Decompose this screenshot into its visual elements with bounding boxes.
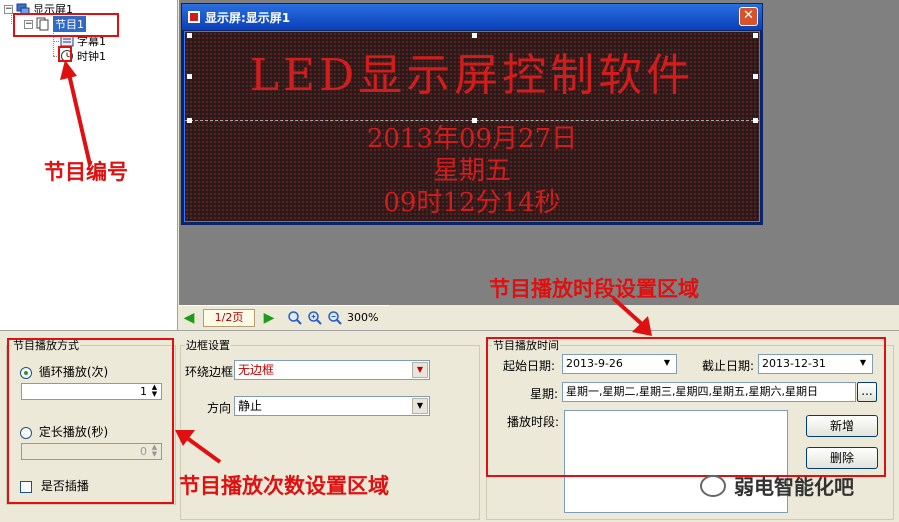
dropdown-arrow-icon[interactable]: ▼ <box>412 362 428 378</box>
direction-label: 方向 <box>207 401 232 415</box>
led-time-text: 09时12分14秒 <box>383 188 561 218</box>
program-number-annotation: 节目编号 <box>44 160 128 184</box>
preview-title: 显示屏:显示屏1 <box>205 10 291 25</box>
prev-page-button[interactable]: ◀ <box>179 308 199 328</box>
zoom-out-icon <box>328 310 342 325</box>
arrow-up-icon <box>60 60 92 166</box>
resize-handle[interactable] <box>187 33 192 38</box>
zoom-fit-button[interactable] <box>285 308 305 328</box>
resize-handle[interactable] <box>753 33 758 38</box>
led-date-text: 2013年09月27日 <box>366 124 578 154</box>
canvas-toolbar: ◀ 1/2页 ▶ 300% <box>179 305 389 329</box>
schedule-highlight <box>486 337 886 477</box>
preview-titlebar[interactable]: 显示屏:显示屏1 ✕ <box>182 4 762 30</box>
count-region-annotation: 节目播放次数设置区域 <box>179 474 389 498</box>
time-region-annotation: 节目播放时段设置区域 <box>489 277 699 301</box>
play-count-highlight <box>7 338 174 504</box>
surround-border-value: 无边框 <box>238 363 275 377</box>
resize-handle[interactable] <box>472 118 477 123</box>
app-icon <box>188 11 200 23</box>
chat-bubble-icon <box>700 474 726 497</box>
resize-handle[interactable] <box>753 74 758 79</box>
dropdown-arrow-icon[interactable]: ▼ <box>412 398 428 414</box>
preview-window[interactable]: 显示屏:显示屏1 ✕ LED显示屏控制软件 2013年09月27日 星期五 09… <box>181 3 763 225</box>
watermark: 弱电智能化吧 <box>700 471 854 500</box>
border-title: 边框设置 <box>185 337 231 353</box>
resize-handle[interactable] <box>472 33 477 38</box>
resize-handle[interactable] <box>187 74 192 79</box>
zoom-in-button[interactable] <box>305 308 325 328</box>
zoom-level: 300% <box>347 311 379 324</box>
close-icon[interactable]: ✕ <box>739 7 758 26</box>
resize-handle[interactable] <box>187 118 192 123</box>
page-indicator: 1/2页 <box>203 308 255 327</box>
magnifier-icon <box>288 310 302 325</box>
direction-value: 静止 <box>238 399 263 413</box>
surround-border-select[interactable]: 无边框 ▼ <box>234 360 430 380</box>
program-number-highlight <box>13 13 119 37</box>
led-weekday-text: 星期五 <box>432 156 511 186</box>
zoom-in-icon <box>308 310 322 325</box>
direction-select[interactable]: 静止 ▼ <box>234 396 430 416</box>
zoom-out-button[interactable] <box>325 308 345 328</box>
watermark-text: 弱电智能化吧 <box>734 475 854 499</box>
arrow-left-icon <box>175 430 222 464</box>
led-subtitle-text: LED显示屏控制软件 <box>249 50 695 101</box>
led-display[interactable]: LED显示屏控制软件 2013年09月27日 星期五 09时12分14秒 <box>184 31 760 222</box>
resize-handle[interactable] <box>753 118 758 123</box>
collapse-icon[interactable]: − <box>4 4 13 14</box>
next-page-button[interactable]: ▶ <box>259 308 279 328</box>
surround-border-label: 环绕边框 <box>185 365 234 379</box>
